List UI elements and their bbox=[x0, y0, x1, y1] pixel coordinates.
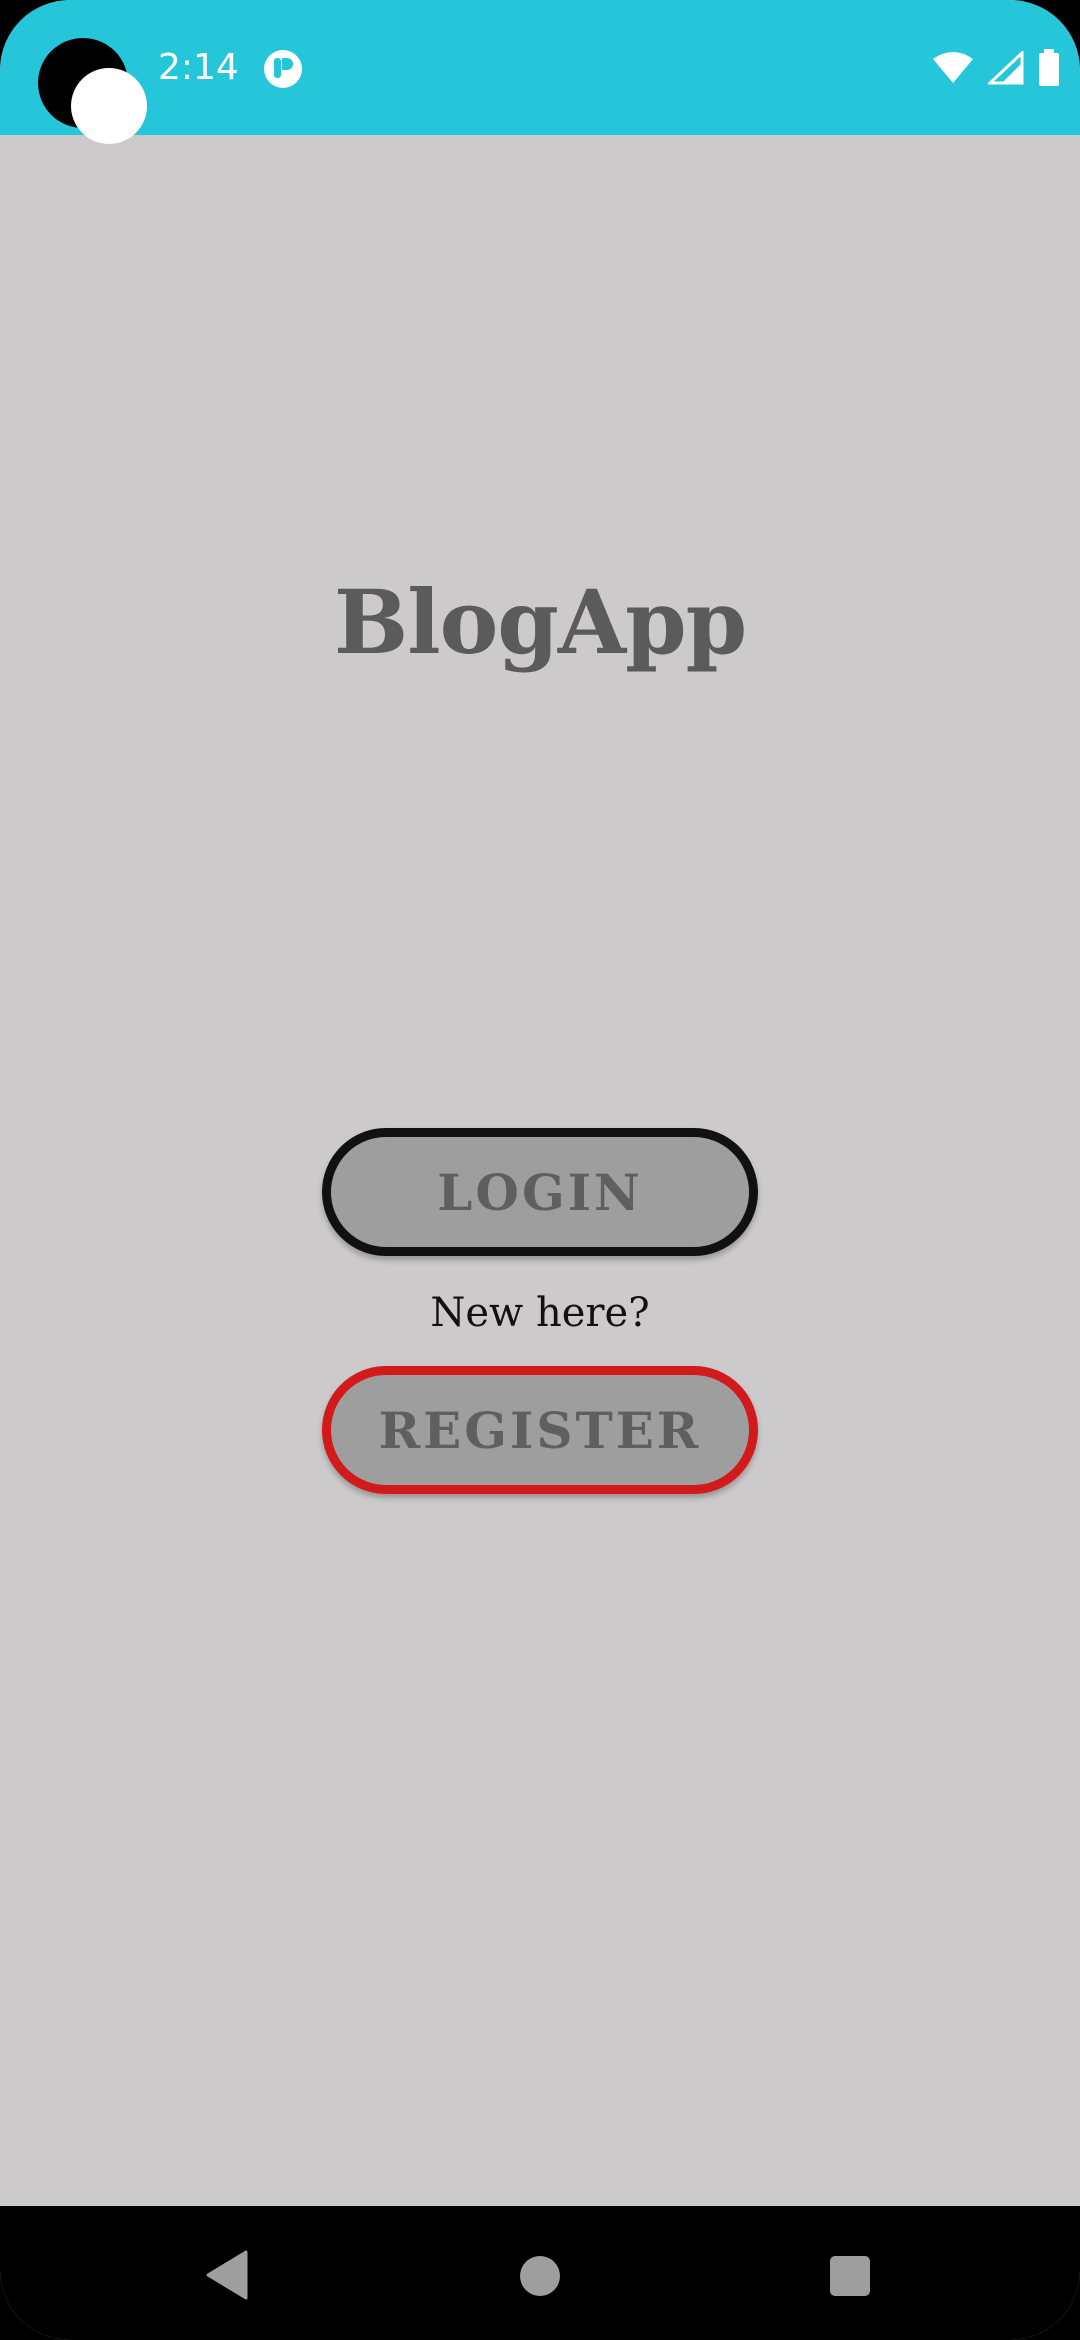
navigation-bar bbox=[0, 2206, 1080, 2340]
phone-screen: 2:14 BlogApp LOGIN New here? REGISTER bbox=[0, 0, 1080, 2340]
status-bar: 2:14 bbox=[0, 0, 1080, 144]
back-icon[interactable] bbox=[206, 2250, 250, 2300]
camera-cutout-icon bbox=[38, 38, 147, 144]
signal-icon bbox=[988, 51, 1024, 85]
wifi-icon bbox=[933, 52, 973, 83]
new-here-text: New here? bbox=[430, 1290, 650, 1336]
register-button[interactable]: REGISTER bbox=[322, 1366, 758, 1494]
recents-icon[interactable] bbox=[830, 2256, 870, 2296]
status-time: 2:14 bbox=[158, 47, 239, 88]
home-icon[interactable] bbox=[520, 2256, 560, 2296]
app-notification-icon bbox=[264, 50, 302, 88]
battery-icon bbox=[1039, 49, 1059, 86]
login-button[interactable]: LOGIN bbox=[322, 1128, 758, 1256]
status-indicators bbox=[932, 48, 1060, 88]
app-title: BlogApp bbox=[333, 570, 747, 674]
